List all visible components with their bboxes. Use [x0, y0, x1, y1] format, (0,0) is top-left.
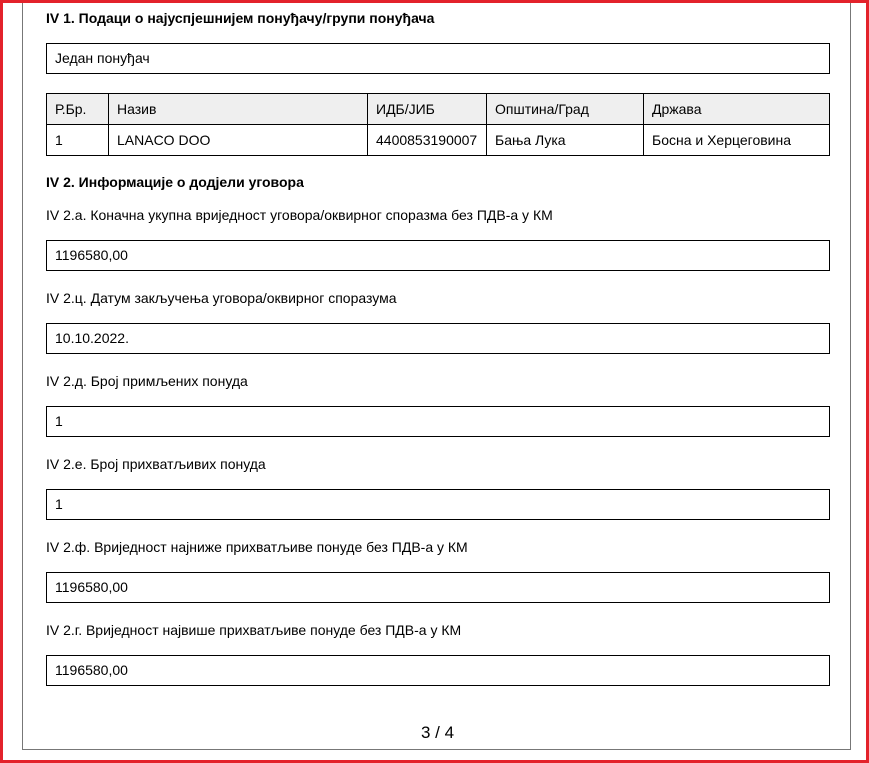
section-iv1-heading: IV 1. Подаци о најуспјешнијем понуђачу/г…	[46, 10, 435, 26]
table-header-row: Р.Бр. Назив ИДБ/ЈИБ Општина/Град Држава	[46, 93, 830, 125]
field-label-total-value: IV 2.а. Коначна укупна вриједност уговор…	[46, 207, 553, 223]
bidders-table: Р.Бр. Назив ИДБ/ЈИБ Општина/Град Држава …	[46, 93, 830, 156]
field-value-lowest-offer: 1196580,00	[46, 572, 830, 603]
field-value-acceptable-offers: 1	[46, 489, 830, 520]
field-label-contract-date: IV 2.ц. Датум закључења уговора/оквирног…	[46, 290, 397, 306]
table-row: 1 LANACO DOO 4400853190007 Бања Лука Бос…	[46, 124, 830, 156]
field-value-received-offers: 1	[46, 406, 830, 437]
section-iv2-heading: IV 2. Информације о додјели уговора	[46, 174, 304, 190]
field-label-received-offers: IV 2.д. Број примљених понуда	[46, 373, 248, 389]
cell-country: Босна и Херцеговина	[643, 124, 830, 156]
col-header-number: Р.Бр.	[46, 93, 109, 125]
page-number: 3 / 4	[420, 723, 455, 742]
field-value-highest-offer: 1196580,00	[46, 655, 830, 686]
field-value-total-value: 1196580,00	[46, 240, 830, 271]
cell-id: 4400853190007	[367, 124, 487, 156]
field-label-lowest-offer: IV 2.ф. Вриједност најниже прихватљиве п…	[46, 539, 468, 555]
col-header-id: ИДБ/ЈИБ	[367, 93, 487, 125]
bidder-type-field: Један понуђач	[46, 43, 830, 74]
field-label-highest-offer: IV 2.г. Вриједност највише прихватљиве п…	[46, 622, 462, 638]
document-page: IV 1. Подаци о најуспјешнијем понуђачу/г…	[22, 0, 851, 750]
col-header-country: Држава	[643, 93, 830, 125]
col-header-name: Назив	[108, 93, 368, 125]
field-value-contract-date: 10.10.2022.	[46, 323, 830, 354]
col-header-municipality: Општина/Град	[486, 93, 644, 125]
cell-municipality: Бања Лука	[486, 124, 644, 156]
cell-name: LANACO DOO	[108, 124, 368, 156]
cell-number: 1	[46, 124, 109, 156]
field-label-acceptable-offers: IV 2.е. Број прихватљивих понуда	[46, 456, 266, 472]
